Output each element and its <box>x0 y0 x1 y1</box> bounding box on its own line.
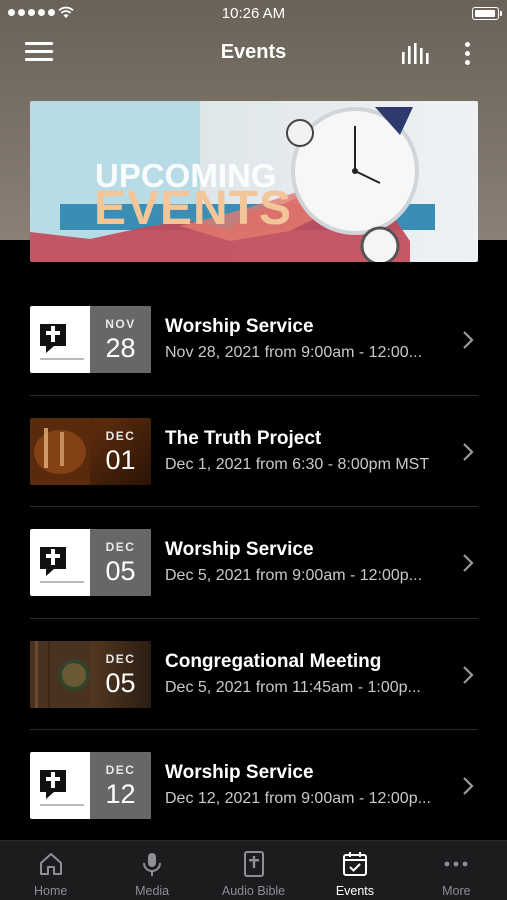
event-row[interactable]: DEC 05 Worship Service Dec 5, 2021 from … <box>30 507 478 619</box>
event-datetime: Nov 28, 2021 from 9:00am - 12:00... <box>165 344 423 361</box>
bible-icon <box>243 851 264 877</box>
event-datetime: Dec 5, 2021 from 9:00am - 12:00p... <box>165 567 423 584</box>
date-badge: DEC 12 <box>90 752 151 819</box>
event-thumbnail: DEC 01 <box>30 417 151 485</box>
church-logo-icon <box>40 547 84 583</box>
chevron-right-icon <box>463 442 474 461</box>
event-datetime: Dec 5, 2021 from 11:45am - 1:00p... <box>165 678 421 696</box>
event-title: Worship Service <box>165 539 314 560</box>
event-thumbnail: DEC 05 <box>30 640 151 708</box>
event-row[interactable]: DEC 05 Congregational Meeting Dec 5, 202… <box>30 619 478 730</box>
event-thumbnail: DEC 05 <box>30 529 151 596</box>
tab-events[interactable]: Events <box>304 841 405 900</box>
bottom-tab-bar: Home Media Audio Bible Events More <box>0 840 507 900</box>
date-badge: NOV 28 <box>90 306 151 373</box>
chevron-right-icon <box>463 777 474 795</box>
more-options-button[interactable] <box>460 40 476 68</box>
tab-home[interactable]: Home <box>0 841 101 900</box>
event-list: NOV 28 Worship Service Nov 28, 2021 from… <box>30 284 478 842</box>
chevron-right-icon <box>463 331 474 349</box>
navigation-bar: Events <box>0 30 507 76</box>
tab-more[interactable]: More <box>406 841 507 900</box>
status-bar: 10:26 AM <box>0 0 507 28</box>
tab-audio-bible[interactable]: Audio Bible <box>203 841 304 900</box>
event-row[interactable]: DEC 12 Worship Service Dec 12, 2021 from… <box>30 730 478 842</box>
congregational-meeting-artwork <box>30 640 90 708</box>
church-logo-icon <box>40 324 84 360</box>
tab-media[interactable]: Media <box>101 841 202 900</box>
date-badge: DEC 05 <box>90 529 151 596</box>
church-logo-icon <box>40 770 84 806</box>
event-title: The Truth Project <box>165 427 322 449</box>
event-title: Congregational Meeting <box>165 650 382 672</box>
upcoming-events-banner[interactable]: UPCOMING EVENTS <box>30 101 478 262</box>
home-icon <box>39 853 62 875</box>
truth-project-artwork <box>30 417 90 485</box>
event-thumbnail: NOV 28 <box>30 306 151 373</box>
status-time: 10:26 AM <box>221 5 286 22</box>
banner-title-line2: EVENTS <box>94 182 293 235</box>
more-icon <box>444 861 468 867</box>
battery-icon <box>472 7 502 20</box>
event-row[interactable]: DEC 01 The Truth Project Dec 1, 2021 fro… <box>30 396 478 507</box>
chevron-right-icon <box>463 665 474 684</box>
event-title: Worship Service <box>165 316 314 337</box>
chevron-right-icon <box>463 554 474 572</box>
event-datetime: Dec 12, 2021 from 9:00am - 12:00p... <box>165 790 431 807</box>
event-thumbnail: DEC 12 <box>30 752 151 819</box>
calendar-icon <box>342 852 367 876</box>
microphone-icon <box>143 853 162 876</box>
audio-bars-icon[interactable] <box>400 42 430 66</box>
event-datetime: Dec 1, 2021 from 6:30 - 8:00pm MST <box>165 455 430 473</box>
date-badge: DEC 01 <box>90 417 151 485</box>
event-title: Worship Service <box>165 762 314 783</box>
page-title: Events <box>220 41 287 63</box>
date-badge: DEC 05 <box>90 640 151 708</box>
event-row[interactable]: NOV 28 Worship Service Nov 28, 2021 from… <box>30 284 478 396</box>
